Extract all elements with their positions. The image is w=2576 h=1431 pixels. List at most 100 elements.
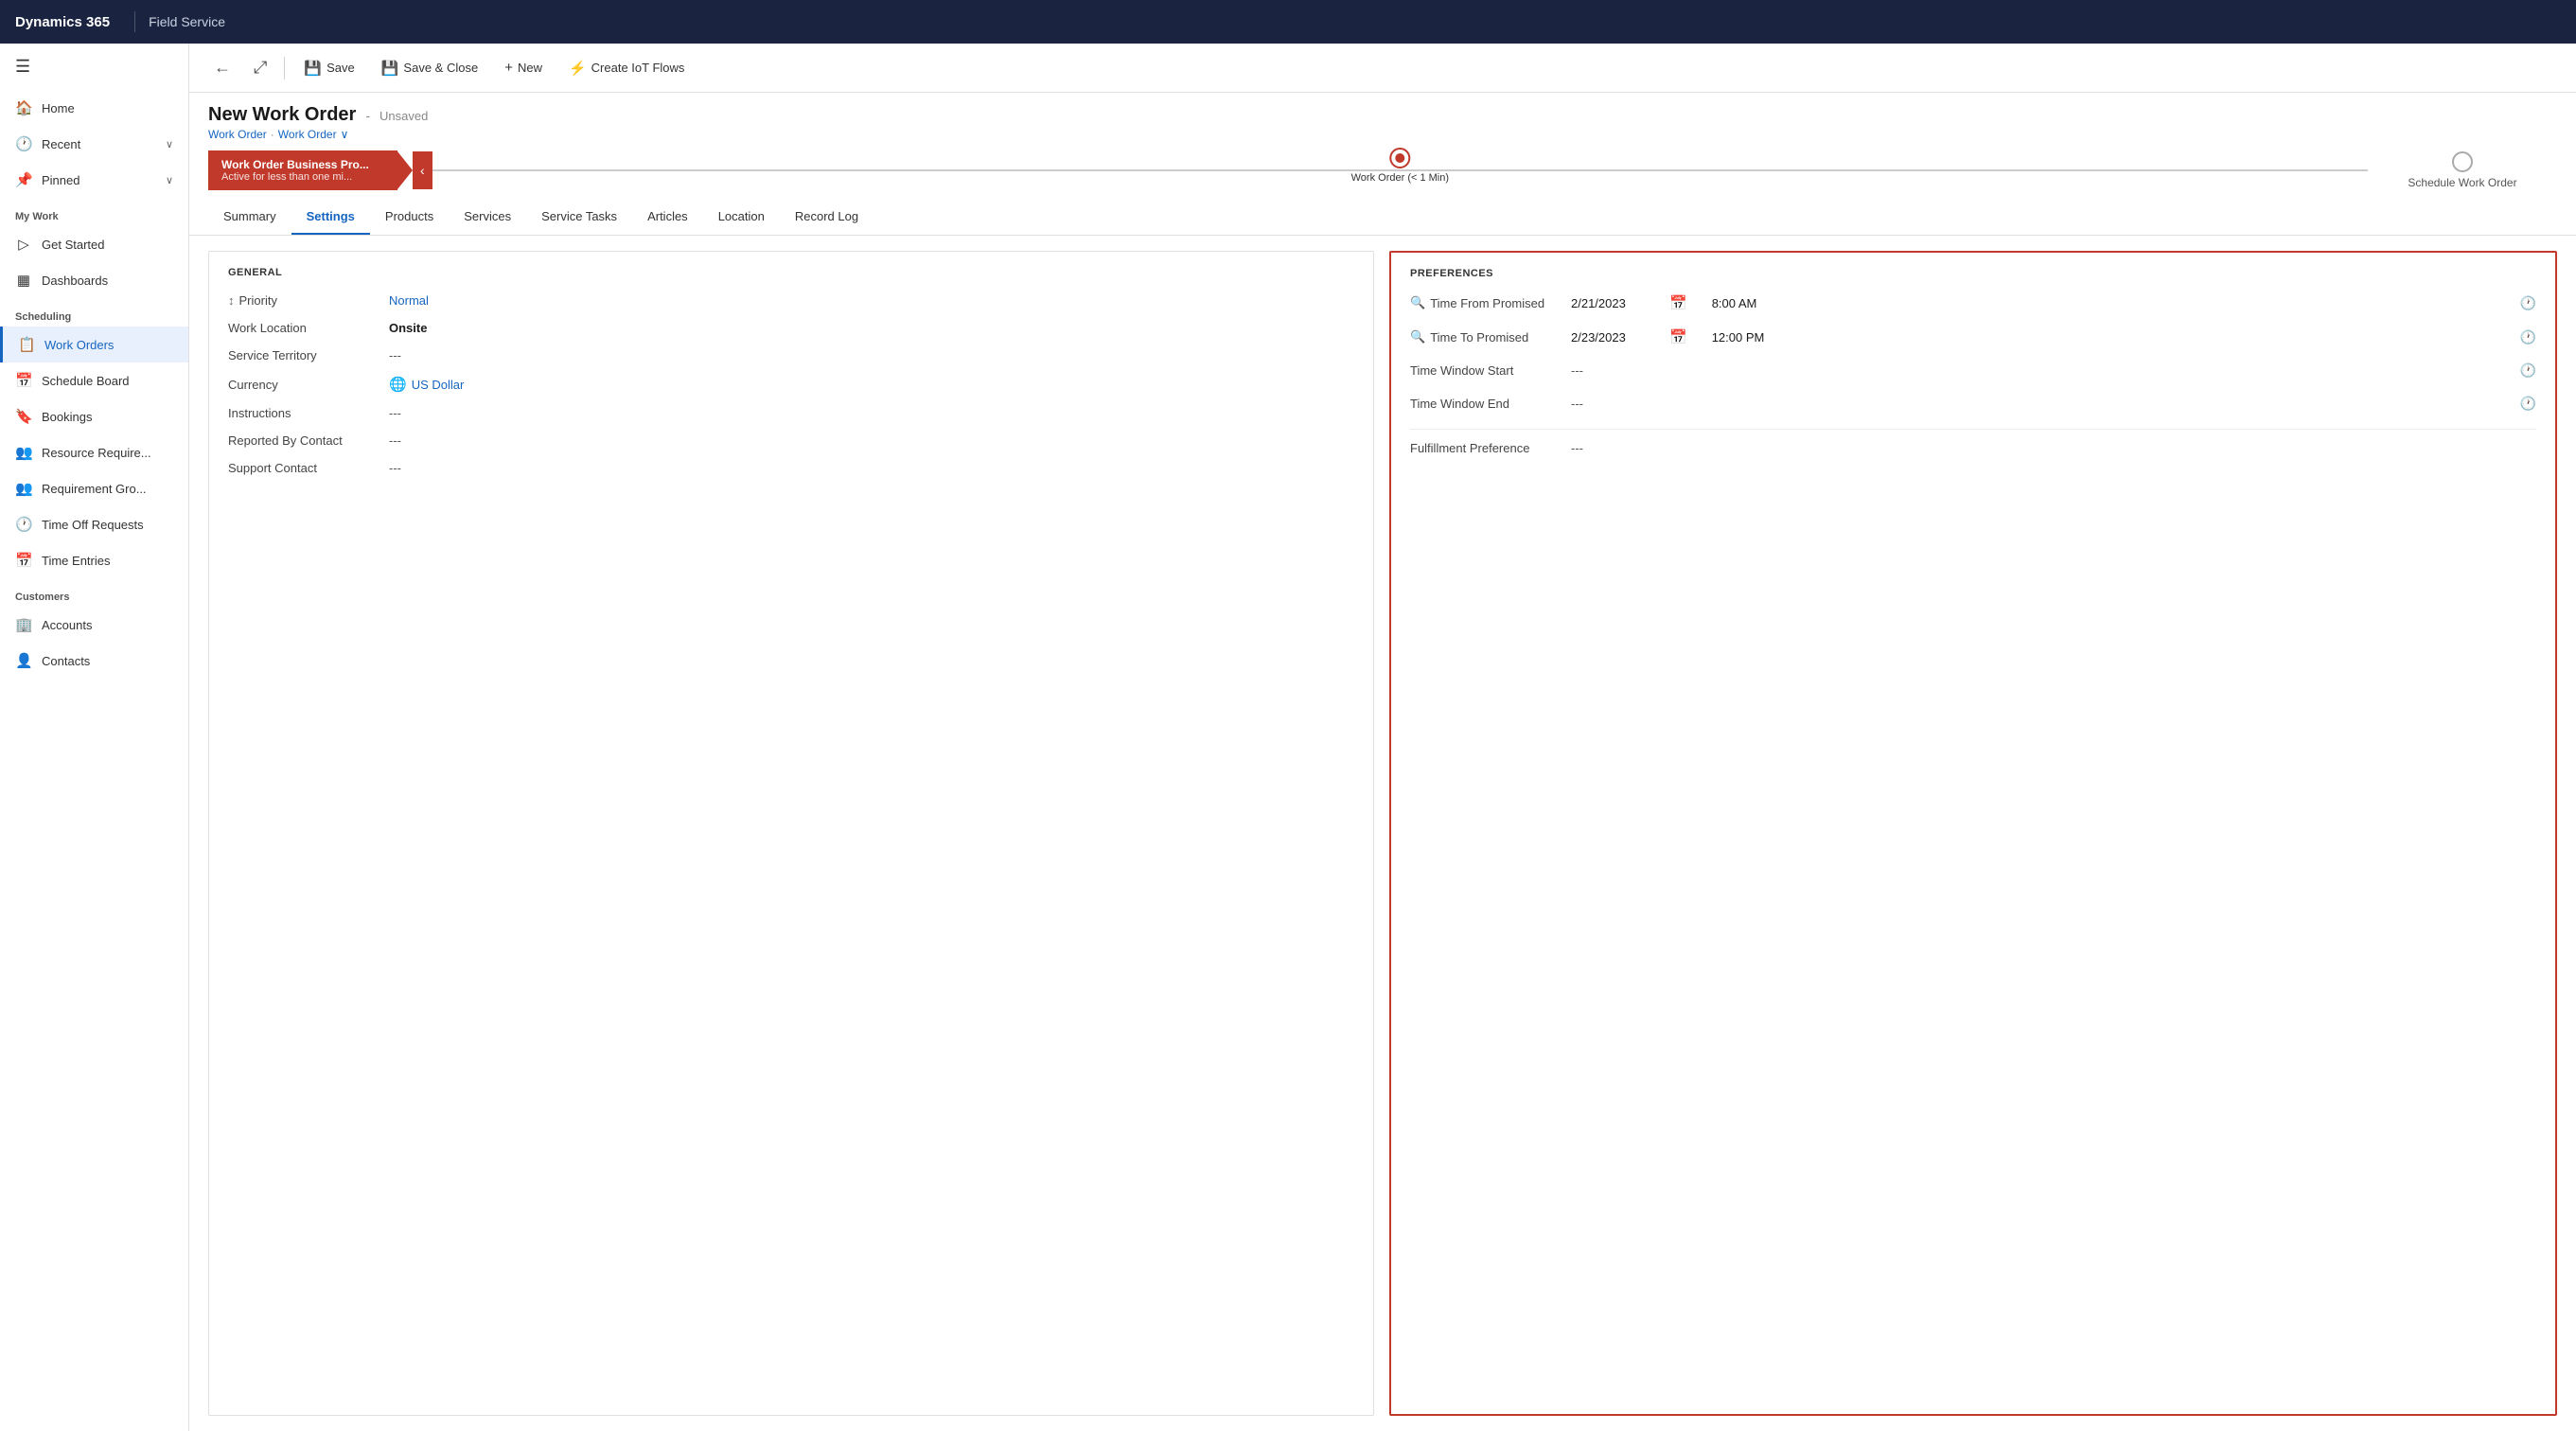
- create-iot-button[interactable]: ⚡ Create IoT Flows: [557, 54, 696, 82]
- sidebar-item-time-entries[interactable]: 📅 Time Entries: [0, 542, 188, 578]
- top-bar: Dynamics 365 Field Service: [0, 0, 2576, 44]
- sidebar-item-bookings[interactable]: 🔖 Bookings: [0, 398, 188, 434]
- sidebar-item-accounts[interactable]: 🏢 Accounts: [0, 607, 188, 643]
- stage-1-button[interactable]: Work Order Business Pro... Active for le…: [208, 150, 397, 190]
- sidebar-item-time-off[interactable]: 🕐 Time Off Requests: [0, 506, 188, 542]
- progress-line-container: Work Order (< 1 Min): [432, 151, 2368, 189]
- tab-services[interactable]: Services: [449, 200, 526, 235]
- time-off-icon: 🕐: [15, 516, 32, 533]
- tab-service-tasks[interactable]: Service Tasks: [526, 200, 632, 235]
- support-contact-row: Support Contact ---: [228, 461, 1354, 475]
- sidebar-item-work-orders[interactable]: 📋 Work Orders: [0, 327, 188, 362]
- new-label: New: [518, 61, 542, 75]
- time-to-date-value[interactable]: 2/23/2023: [1571, 330, 1656, 344]
- home-icon: 🏠: [15, 99, 32, 116]
- my-work-section: My Work: [0, 198, 188, 226]
- support-contact-value[interactable]: ---: [389, 461, 1354, 475]
- popout-button[interactable]: ⤢: [244, 52, 276, 83]
- save-close-label: Save & Close: [403, 61, 478, 75]
- time-to-calendar-icon[interactable]: 📅: [1669, 328, 1687, 345]
- sidebar-label-contacts: Contacts: [42, 654, 90, 668]
- breadcrumb-link-2[interactable]: Work Order: [278, 128, 337, 141]
- tab-location[interactable]: Location: [703, 200, 780, 235]
- time-entries-icon: 📅: [15, 552, 32, 569]
- sidebar-item-schedule-board[interactable]: 📅 Schedule Board: [0, 362, 188, 398]
- priority-row: ↕ Priority Normal: [228, 293, 1354, 308]
- stage-1-arrow: [397, 151, 413, 189]
- fulfillment-value[interactable]: ---: [1571, 441, 1583, 455]
- tab-summary[interactable]: Summary: [208, 200, 291, 235]
- sidebar-item-requirement-gro[interactable]: 👥 Requirement Gro...: [0, 470, 188, 506]
- new-icon: +: [504, 60, 513, 76]
- hamburger-menu[interactable]: ☰: [0, 44, 188, 90]
- fulfillment-row: Fulfillment Preference ---: [1410, 429, 2536, 455]
- instructions-label-text: Instructions: [228, 406, 291, 420]
- form-area: GENERAL ↕ Priority Normal Work Location …: [189, 236, 2576, 1431]
- breadcrumb-link-1[interactable]: Work Order: [208, 128, 267, 141]
- sidebar-label-home: Home: [42, 101, 75, 115]
- time-window-start-clock-icon[interactable]: 🕐: [2520, 362, 2536, 379]
- cmd-separator-1: [284, 57, 285, 80]
- service-territory-value[interactable]: ---: [389, 348, 1354, 362]
- service-territory-label-text: Service Territory: [228, 348, 317, 362]
- stage-2-circle-active: [1389, 148, 1410, 168]
- create-iot-label: Create IoT Flows: [591, 61, 685, 75]
- page-header: New Work Order - Unsaved Work Order · Wo…: [189, 93, 2576, 141]
- sidebar-item-get-started[interactable]: ▷ Get Started: [0, 226, 188, 262]
- customers-section: Customers: [0, 578, 188, 607]
- breadcrumb-chevron[interactable]: ∨: [341, 128, 349, 141]
- general-section-title: GENERAL: [228, 267, 1354, 278]
- work-location-value: Onsite: [389, 321, 1354, 335]
- sidebar-item-recent[interactable]: 🕐 Recent ∨: [0, 126, 188, 162]
- time-from-calendar-icon[interactable]: 📅: [1669, 294, 1687, 311]
- stage-3-circle: [2452, 151, 2473, 172]
- support-contact-label-text: Support Contact: [228, 461, 317, 475]
- tab-record-log[interactable]: Record Log: [780, 200, 873, 235]
- time-from-time-value[interactable]: 8:00 AM: [1712, 296, 1757, 310]
- sidebar-item-resource-req[interactable]: 👥 Resource Require...: [0, 434, 188, 470]
- new-button[interactable]: + New: [493, 54, 554, 81]
- sidebar-label-requirement-gro: Requirement Gro...: [42, 482, 147, 496]
- currency-icon: 🌐: [389, 376, 407, 393]
- stage-3-label: Schedule Work Order: [2408, 176, 2516, 189]
- stage-1-sub: Active for less than one mi...: [221, 171, 384, 183]
- time-from-clock-icon[interactable]: 🕐: [2520, 295, 2536, 311]
- sidebar-item-pinned[interactable]: 📌 Pinned ∨: [0, 162, 188, 198]
- sidebar-label-work-orders: Work Orders: [44, 338, 114, 352]
- priority-value[interactable]: Normal: [389, 293, 1354, 308]
- currency-value[interactable]: 🌐 US Dollar: [389, 376, 1354, 393]
- general-panel: GENERAL ↕ Priority Normal Work Location …: [208, 251, 1374, 1416]
- time-window-start-label: Time Window Start: [1410, 363, 1561, 378]
- sidebar: ☰ 🏠 Home 🕐 Recent ∨ 📌 Pinned ∨ My Work ▷…: [0, 44, 189, 1431]
- sidebar-item-dashboards[interactable]: ▦ Dashboards: [0, 262, 188, 298]
- time-window-end-value[interactable]: ---: [1571, 397, 1583, 411]
- module-name: Field Service: [149, 14, 225, 29]
- sidebar-item-home[interactable]: 🏠 Home: [0, 90, 188, 126]
- tab-products[interactable]: Products: [370, 200, 449, 235]
- time-window-end-clock-icon[interactable]: 🕐: [2520, 396, 2536, 412]
- reported-by-value[interactable]: ---: [389, 433, 1354, 448]
- priority-label: ↕ Priority: [228, 293, 379, 308]
- instructions-value[interactable]: ---: [389, 406, 1354, 420]
- back-button[interactable]: ←: [204, 52, 240, 83]
- time-from-label-text: Time From Promised: [1430, 296, 1544, 310]
- sidebar-item-contacts[interactable]: 👤 Contacts: [0, 643, 188, 679]
- time-to-time-value[interactable]: 12:00 PM: [1712, 330, 1765, 344]
- service-territory-label: Service Territory: [228, 348, 379, 362]
- instructions-label: Instructions: [228, 406, 379, 420]
- preferences-section-title: PREFERENCES: [1410, 268, 2536, 279]
- accounts-icon: 🏢: [15, 616, 32, 633]
- time-from-date-value[interactable]: 2/21/2023: [1571, 296, 1656, 310]
- tab-settings[interactable]: Settings: [291, 200, 370, 235]
- collapse-stage-button[interactable]: ‹: [413, 151, 432, 189]
- sidebar-label-bookings: Bookings: [42, 410, 92, 424]
- time-to-clock-icon[interactable]: 🕐: [2520, 329, 2536, 345]
- time-window-start-value[interactable]: ---: [1571, 363, 1583, 378]
- stage-1-title: Work Order Business Pro...: [221, 158, 384, 171]
- save-button[interactable]: 💾 Save: [292, 54, 365, 82]
- sidebar-label-dashboards: Dashboards: [42, 274, 108, 288]
- tab-articles[interactable]: Articles: [632, 200, 703, 235]
- sidebar-label-accounts: Accounts: [42, 618, 92, 632]
- command-bar: ← ⤢ 💾 Save 💾 Save & Close + New ⚡ Create…: [189, 44, 2576, 93]
- save-close-button[interactable]: 💾 Save & Close: [370, 54, 489, 82]
